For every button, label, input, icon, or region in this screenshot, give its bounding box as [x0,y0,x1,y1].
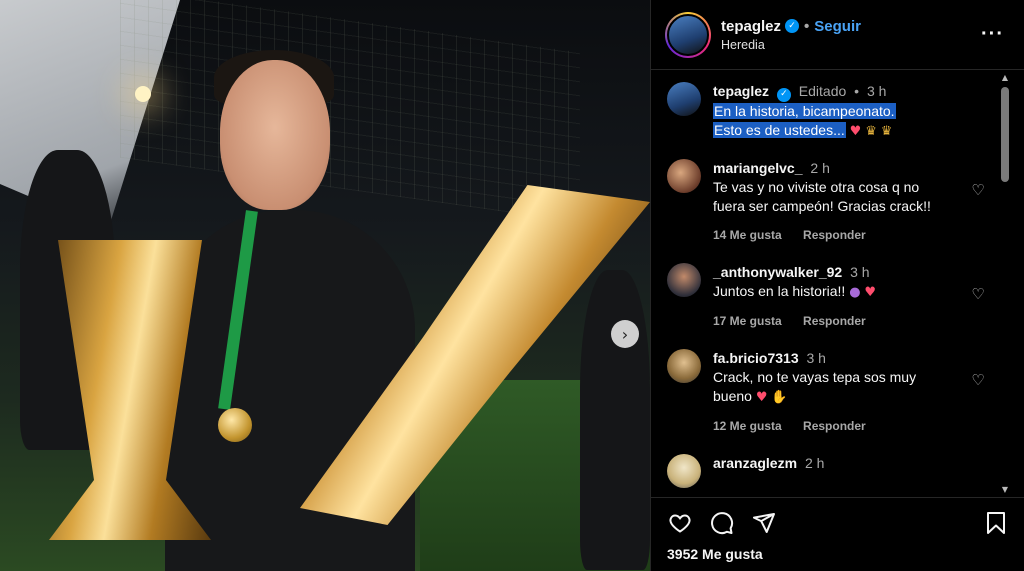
comment-item: aranzaglezm 2 h [667,453,987,488]
post-footer: 3952 Me gusta [651,497,1024,571]
comment-time: 3 h [850,263,870,280]
trophy-emoji-icon: ♛ [880,123,893,139]
caption-avatar[interactable] [667,82,701,116]
photo-player-face [220,60,330,210]
caption-edited: Editado [798,83,847,99]
more-options-icon[interactable]: ··· [981,23,1004,46]
reply-button[interactable]: Responder [803,314,866,328]
comment-avatar[interactable] [667,453,701,488]
caption-text-line1: En la historia, bicampeonato. [713,102,896,119]
comment-text-line1: Te vas y no viviste otra cosa q no [713,178,920,195]
heart-emoji-icon: ♥ [864,284,877,300]
bookmark-icon[interactable] [983,510,1009,536]
post-location[interactable]: Heredia [721,38,981,52]
medal [218,408,252,442]
separator-dot: • [804,17,810,35]
trophy-emoji-icon: ♛ [865,123,877,139]
post-sidebar: tepaglez ✓ • Seguir Heredia ··· tepaglez… [650,0,1024,571]
comment-likes[interactable]: 17 Me gusta [713,314,782,328]
comment-text-line2: fuera ser campeón! Gracias crack!! [713,197,931,214]
comment-username[interactable]: aranzaglezm [713,455,797,471]
caption-username[interactable]: tepaglez [713,83,769,99]
comment-icon[interactable] [709,510,735,536]
heart-emoji-icon: ♥ [849,123,862,139]
comment-time: 2 h [810,159,830,176]
caption-text-line2: Esto es de ustedes... [713,121,846,138]
comment-text-line2: bueno [713,387,752,404]
comments-list: tepaglez ✓ Editado • 3 h En la historia,… [651,70,1001,510]
comment-like-heart-icon[interactable]: ♡ [969,371,987,436]
scroll-up-arrow-icon[interactable]: ▲ [999,73,1011,83]
comment-avatar[interactable] [667,158,701,193]
comment-item: mariangelvc_ 2 h Te vas y no viviste otr… [667,158,987,245]
heart-icon[interactable] [667,510,693,536]
reply-button[interactable]: Responder [803,228,866,242]
comment-like-heart-icon[interactable]: ♡ [969,285,987,331]
comment-item: _anthonywalker_92 3 h Juntos en la histo… [667,262,987,331]
scroll-down-arrow-icon[interactable]: ▼ [999,485,1011,495]
author-avatar[interactable] [665,11,711,58]
reply-button[interactable]: Responder [803,419,866,433]
chevron-right-icon[interactable]: › [611,320,639,348]
comment-text-line1: Juntos en la historia!! [713,282,846,299]
caption-time: 3 h [866,83,887,99]
comment-text-line1: Crack, no te vayas tepa sos muy [713,368,917,385]
author-username[interactable]: tepaglez [721,18,781,35]
photo-bystander [580,270,650,570]
comment-likes[interactable]: 14 Me gusta [713,228,782,242]
comment-like-heart-icon[interactable]: ♡ [969,181,987,245]
comment-item: fa.bricio7313 3 h Crack, no te vayas tep… [667,348,987,436]
stadium-light [135,86,151,102]
send-icon[interactable] [751,510,777,536]
comment-avatar[interactable] [667,262,701,297]
comment-time: 3 h [806,349,826,366]
comment-username[interactable]: mariangelvc_ [713,160,803,176]
comment-username[interactable]: _anthonywalker_92 [713,264,842,280]
scrollbar-thumb[interactable] [1001,87,1009,182]
post-caption: tepaglez ✓ Editado • 3 h En la historia,… [667,82,987,141]
follow-button[interactable]: Seguir [814,18,861,35]
comment-time: 2 h [804,454,825,471]
clapping-hands-emoji-icon: ✋ [771,389,788,405]
grapes-emoji-icon: ● [849,284,861,300]
comment-avatar[interactable] [667,348,701,383]
likes-count[interactable]: 3952 Me gusta [667,546,1009,562]
post-header: tepaglez ✓ • Seguir Heredia ··· [651,0,1024,70]
heart-emoji-icon: ♥ [755,389,768,405]
separator-dot: • [854,83,860,99]
comment-likes[interactable]: 12 Me gusta [713,419,782,433]
comment-username[interactable]: fa.bricio7313 [713,350,799,366]
verified-badge-icon: ✓ [785,19,800,33]
post-photo[interactable]: › [0,0,650,571]
verified-badge-icon: ✓ [776,87,791,102]
comments-scrollbar[interactable]: ▲ ▼ [999,73,1011,495]
